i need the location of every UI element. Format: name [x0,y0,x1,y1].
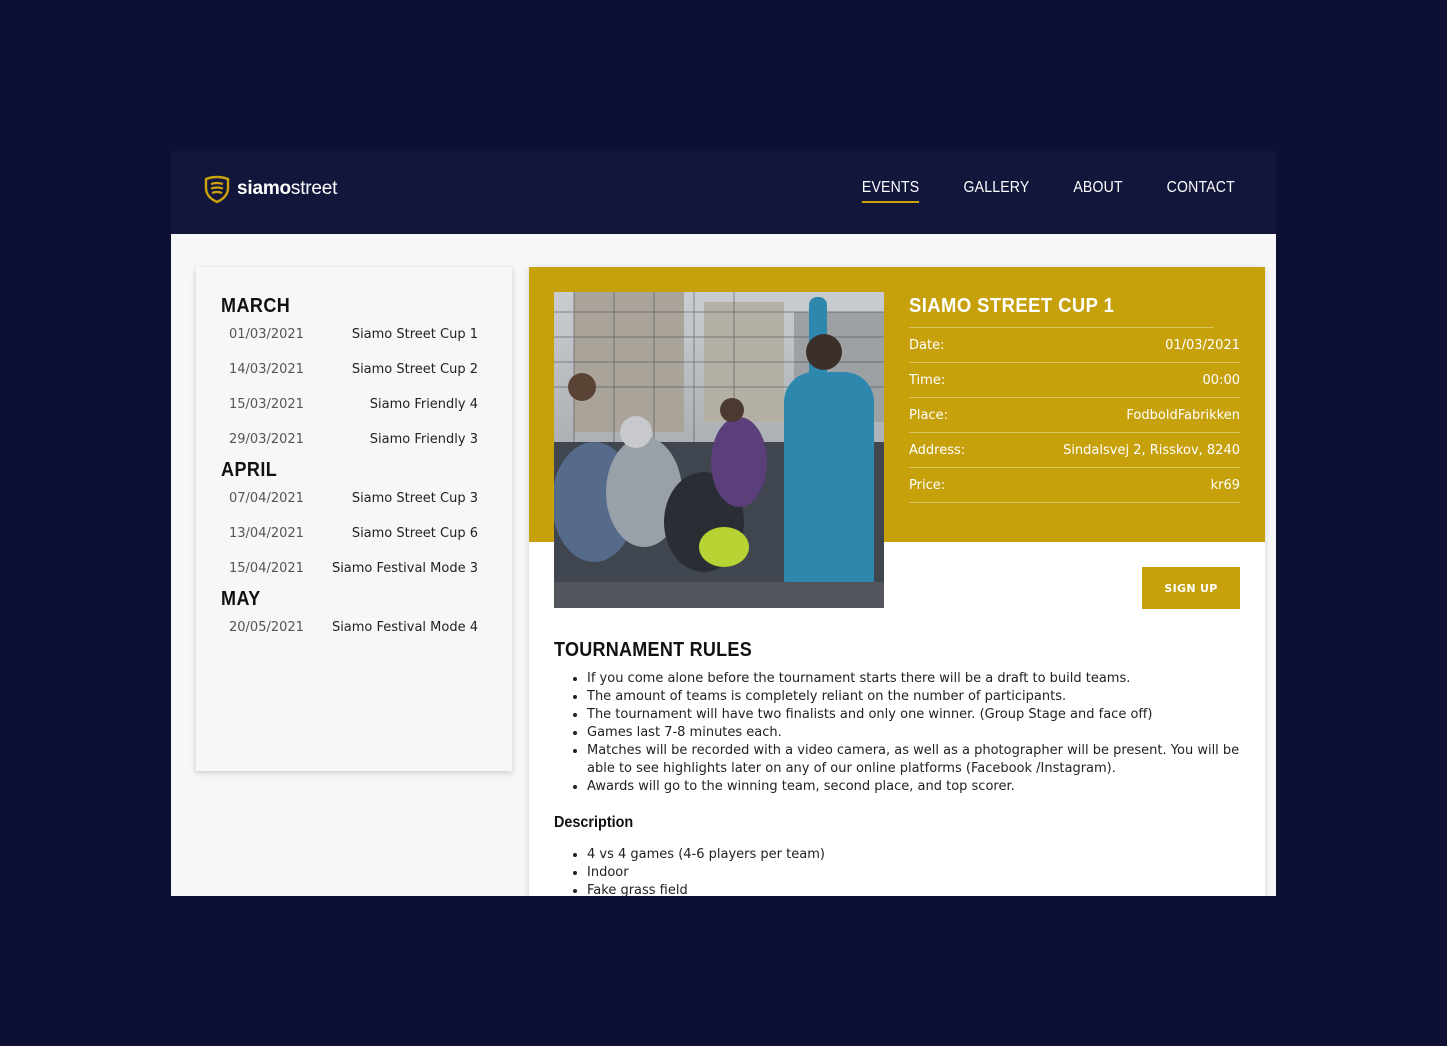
detail-value: FodboldFabrikken [1126,407,1240,423]
nav-contact[interactable]: CONTACT [1167,179,1235,203]
detail-value: 01/03/2021 [1165,337,1240,353]
event-info: SIAMO STREET CUP 1 Date: 01/03/2021 Time… [909,295,1240,503]
detail-value: kr69 [1210,477,1240,493]
description-heading: Description [554,814,634,831]
event-title: Siamo Street Cup 6 [351,526,478,541]
list-item: The amount of teams is completely relian… [587,688,1244,706]
nav-about[interactable]: ABOUT [1074,179,1123,203]
event-list-item[interactable]: 07/04/2021 Siamo Street Cup 3 [221,492,478,527]
rules-list: If you come alone before the tournament … [554,670,1244,796]
rules-section: TOURNAMENT RULES If you come alone befor… [554,639,1244,896]
month-heading: MAY [221,588,261,610]
detail-label: Date: [909,337,945,353]
month-group-april: APRIL 07/04/2021 Siamo Street Cup 3 13/0… [221,459,478,597]
event-photo-illustration [554,292,884,608]
detail-value: Sindalsvej 2, Risskov, 8240 [1063,442,1240,458]
list-item: Indoor [587,864,1244,882]
list-item: Matches will be recorded with a video ca… [587,742,1244,778]
top-navbar: siamostreet EVENTS GALLERY ABOUT CONTACT [171,151,1276,234]
detail-label: Place: [909,407,948,423]
shield-logo-icon [204,175,230,203]
month-heading: APRIL [221,459,278,481]
event-photo [554,292,884,608]
event-title-heading: SIAMO STREET CUP 1 [909,295,1214,328]
main-nav: EVENTS GALLERY ABOUT CONTACT [858,179,1240,203]
event-detail-row: Place: FodboldFabrikken [909,398,1240,433]
page-frame: siamostreet EVENTS GALLERY ABOUT CONTACT… [171,151,1276,896]
event-list-item[interactable]: 13/04/2021 Siamo Street Cup 6 [221,527,478,562]
event-detail-card: SIAMO STREET CUP 1 Date: 01/03/2021 Time… [529,267,1265,896]
month-group-may: MAY 20/05/2021 Siamo Festival Mode 4 [221,588,478,656]
nav-gallery[interactable]: GALLERY [964,179,1030,203]
event-title: Siamo Festival Mode 4 [331,620,478,635]
event-detail-row: Address: Sindalsvej 2, Risskov, 8240 [909,433,1240,468]
event-list-item[interactable]: 14/03/2021 Siamo Street Cup 2 [221,363,478,398]
brand-logo[interactable]: siamostreet [203,175,337,203]
month-group-march: MARCH 01/03/2021 Siamo Street Cup 1 14/0… [221,295,478,468]
sign-up-button[interactable]: SIGN UP [1142,567,1240,609]
detail-value: 00:00 [1202,372,1240,388]
event-title: Siamo Friendly 4 [369,397,478,412]
list-item: 4 vs 4 games (4-6 players per team) [587,846,1244,864]
event-date: 15/03/2021 [229,397,304,412]
event-list-item[interactable]: 20/05/2021 Siamo Festival Mode 4 [221,621,478,656]
event-title: Siamo Street Cup 3 [351,491,478,506]
event-date: 14/03/2021 [229,362,304,377]
rules-heading: TOURNAMENT RULES [554,639,752,661]
list-item: Games last 7-8 minutes each. [587,724,1244,742]
event-date: 07/04/2021 [229,491,304,506]
detail-label: Time: [909,372,946,388]
event-title: Siamo Street Cup 2 [351,362,478,377]
list-item: If you come alone before the tournament … [587,670,1244,688]
brand-name: siamostreet [237,178,337,200]
month-heading: MARCH [221,295,291,317]
event-list-item[interactable]: 01/03/2021 Siamo Street Cup 1 [221,328,478,363]
event-detail-row: Date: 01/03/2021 [909,328,1240,363]
event-list-item[interactable]: 15/03/2021 Siamo Friendly 4 [221,398,478,433]
event-date: 13/04/2021 [229,526,304,541]
detail-label: Price: [909,477,946,493]
event-title: Siamo Street Cup 1 [351,327,478,342]
event-date: 01/03/2021 [229,327,304,342]
event-detail-row: Price: kr69 [909,468,1240,503]
detail-label: Address: [909,442,966,458]
brand-name-bold: siamo [237,178,291,199]
list-item: The tournament will have two finalists a… [587,706,1244,724]
event-detail-row: Time: 00:00 [909,363,1240,398]
event-date: 20/05/2021 [229,620,304,635]
list-item: Awards will go to the winning team, seco… [587,778,1244,796]
brand-name-light: street [290,178,338,199]
list-item: Fake grass field [587,882,1244,896]
description-list: 4 vs 4 games (4-6 players per team) Indo… [554,846,1244,896]
nav-events[interactable]: EVENTS [862,179,920,203]
events-sidebar: MARCH 01/03/2021 Siamo Street Cup 1 14/0… [196,267,512,771]
